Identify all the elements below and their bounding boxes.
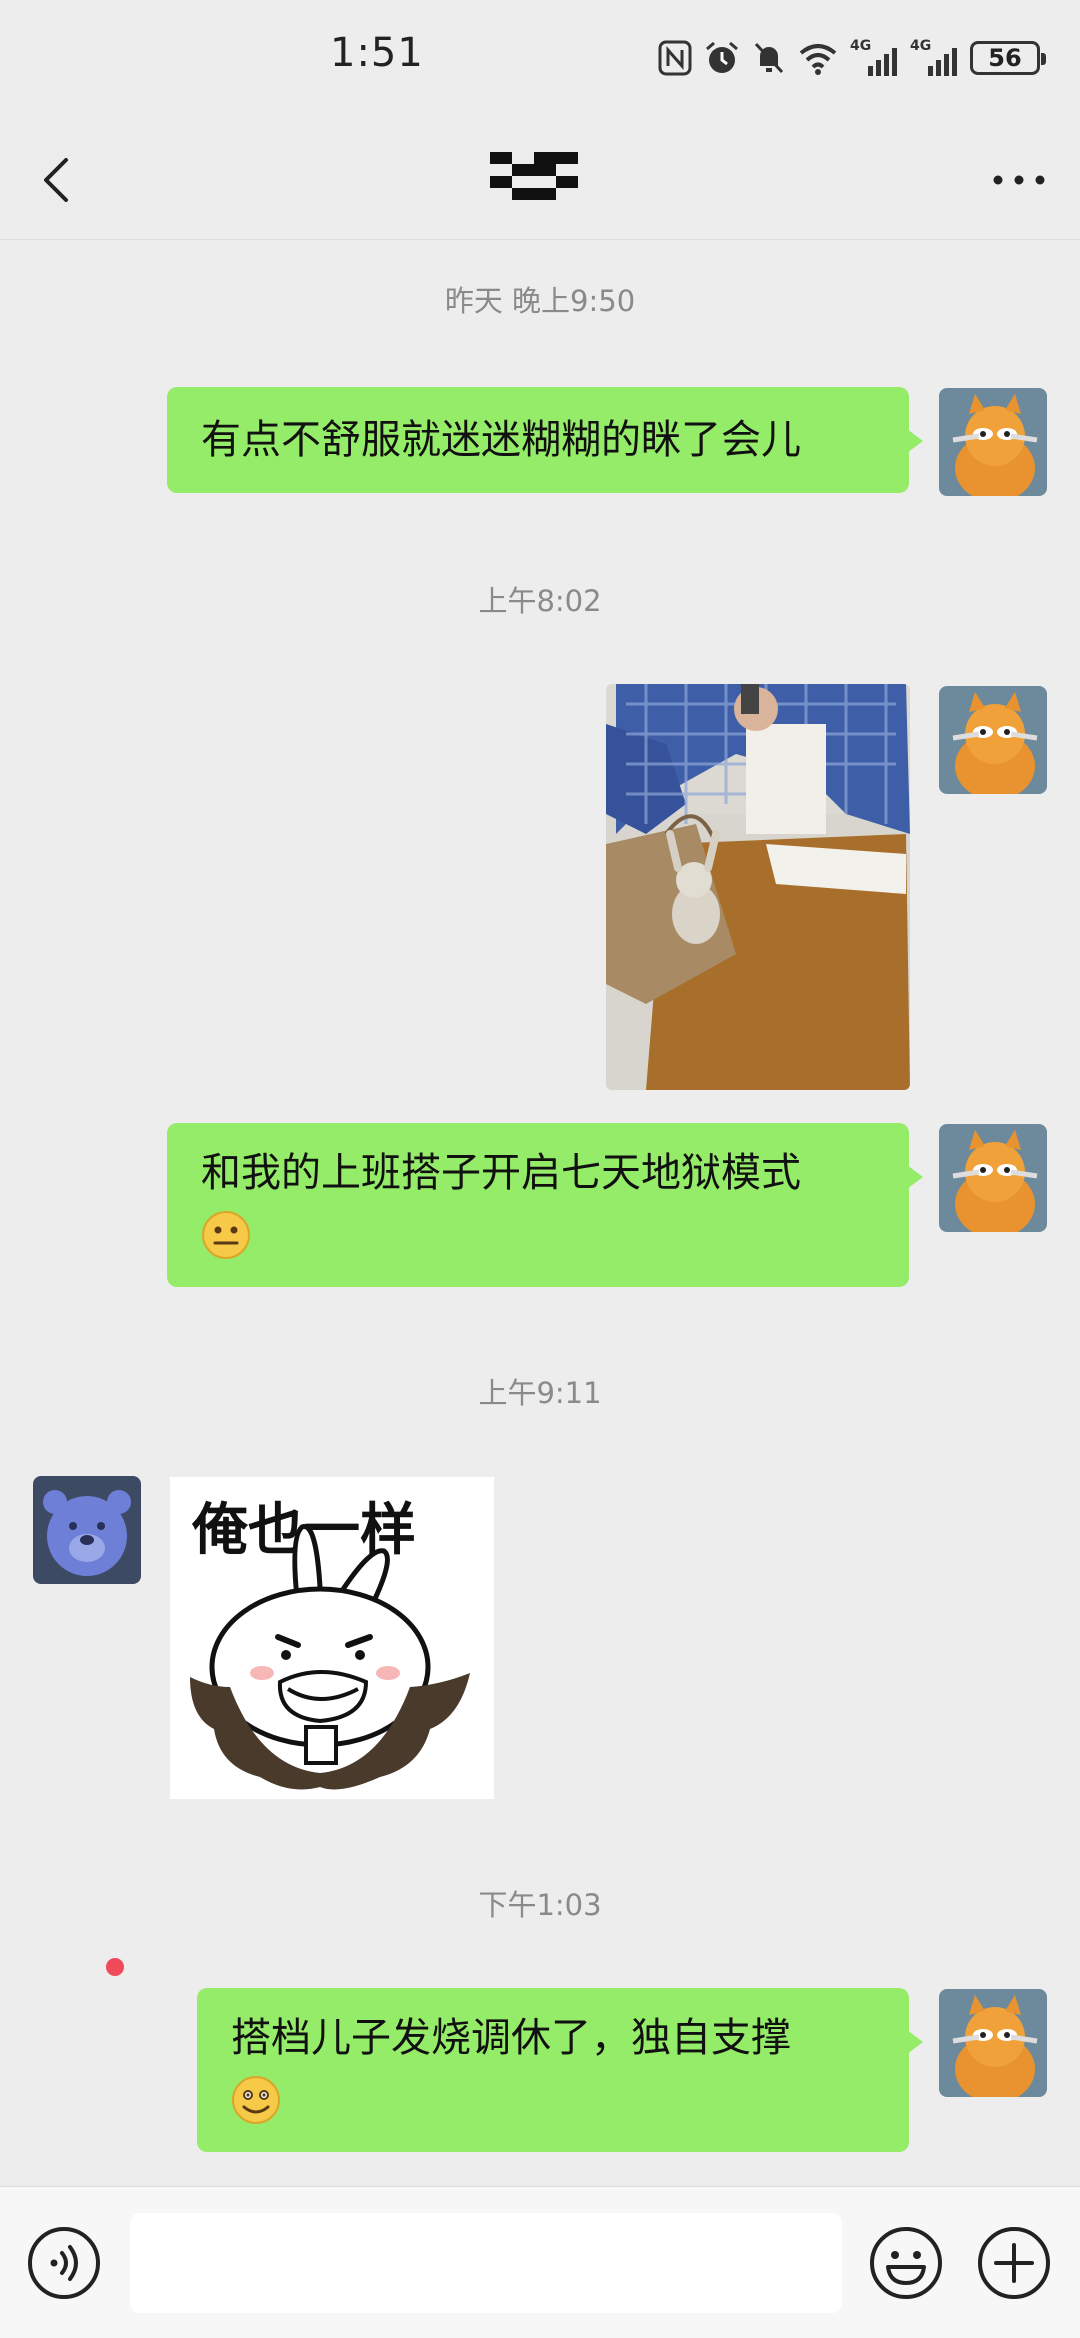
status-time: 1:51 [330,30,424,76]
alarm-icon [706,41,738,73]
neutral-face-emoji-icon [202,1211,250,1259]
bear-avatar-icon [33,1476,141,1584]
message-bubble[interactable]: 有点不舒服就迷迷糊糊的眯了会儿 [167,387,923,493]
battery-level: 56 [988,44,1022,72]
signal-icon [868,48,897,76]
avatar[interactable] [939,686,1047,794]
signal-2: 4G [910,38,958,76]
avatar[interactable] [939,388,1047,496]
more-dots-icon[interactable] [984,150,1054,210]
woozy-face-emoji-icon [232,2076,280,2124]
cat-avatar-icon [939,686,1047,794]
message-input[interactable] [130,2213,842,2313]
emoji-icon[interactable] [868,2225,944,2301]
cat-avatar-icon [939,1124,1047,1232]
timestamp: 上午9:11 [478,1376,602,1410]
cat-avatar-icon [939,388,1047,496]
voice-icon[interactable] [26,2225,102,2301]
message-text: 有点不舒服就迷迷糊糊的眯了会儿 [201,417,801,463]
signal-1: 4G [850,38,898,76]
timestamp: 下午1:03 [478,1888,602,1922]
photo-image [606,684,910,1090]
contact-name-mosaic [490,152,578,200]
photo-message[interactable] [606,684,910,1090]
avatar[interactable] [33,1476,141,1584]
chevron-left-icon[interactable] [28,150,88,210]
timestamp: 上午8:02 [478,584,602,618]
status-icons: 4G 4G 56 [658,38,1046,78]
mute-icon [754,42,784,74]
message-bubble[interactable]: 搭档儿子发烧调休了，独自支撑 [197,1988,923,2152]
timestamp: 昨天 晚上9:50 [444,284,636,318]
chat-header [0,120,1080,240]
message-text: 和我的上班搭子开启七天地狱模式 [201,1150,801,1196]
status-bar: 1:51 4G 4G 56 [0,0,1080,120]
battery-icon: 56 [970,41,1046,75]
message-bubble[interactable]: 和我的上班搭子开启七天地狱模式 [167,1123,923,1287]
message-text: 搭档儿子发烧调休了，独自支撑 [231,2015,791,2061]
nfc-icon [658,40,692,76]
sticker-message[interactable]: 俺也一样 [170,1477,494,1799]
signal-icon [928,48,957,76]
avatar[interactable] [939,1989,1047,2097]
bearded-bunny-sticker-icon [190,1524,470,1790]
input-bar [0,2186,1080,2338]
cat-avatar-icon [939,1989,1047,2097]
plus-icon[interactable] [976,2225,1052,2301]
unread-dot [106,1958,124,1976]
avatar[interactable] [939,1124,1047,1232]
wifi-icon [799,44,837,75]
